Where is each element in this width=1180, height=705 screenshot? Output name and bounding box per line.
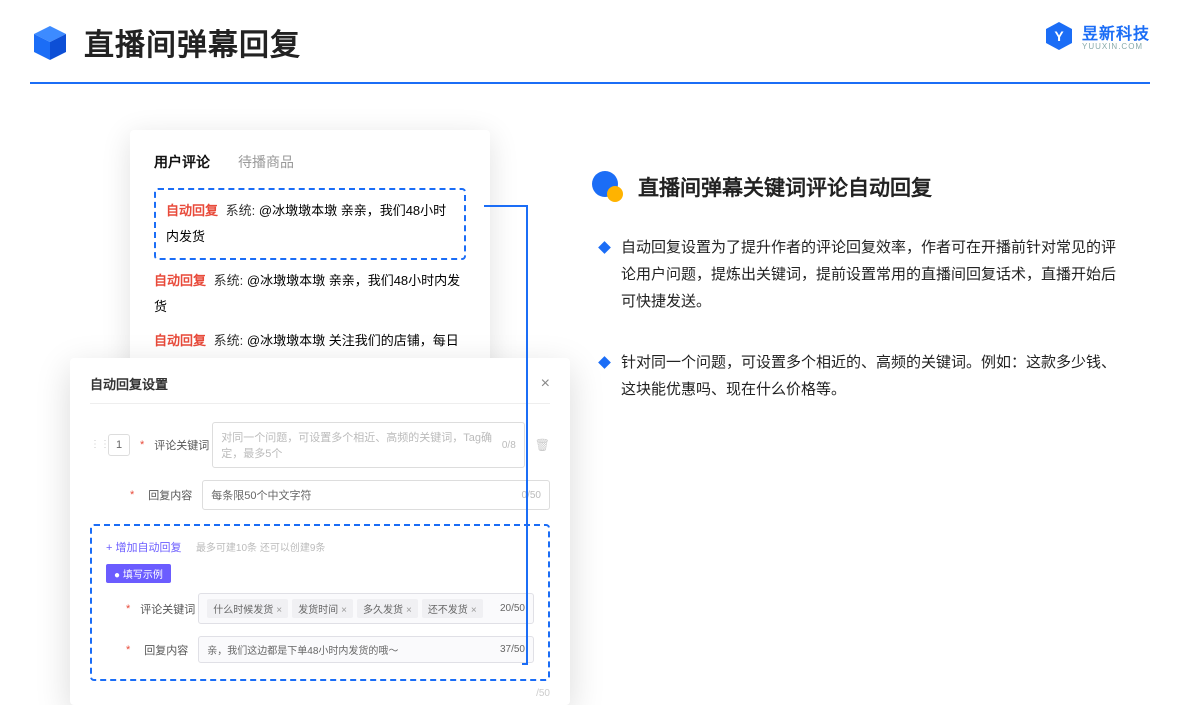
auto-reply-tag: 自动回复 <box>154 333 206 348</box>
tag-chip[interactable]: 发货时间× <box>292 599 353 618</box>
bullet-text: 针对同一个问题，可设置多个相近的、高频的关键词。例如：这款多少钱、这块能优惠吗、… <box>621 349 1130 403</box>
example-content-label: 回复内容 <box>140 642 188 658</box>
content-label: 回复内容 <box>144 487 192 503</box>
tag-remove-icon[interactable]: × <box>276 605 282 616</box>
tag-remove-icon[interactable]: × <box>341 605 347 616</box>
cube-icon <box>30 22 70 62</box>
brand-text: 昱新科技 <box>1082 20 1150 44</box>
example-content-row: * 回复内容 亲，我们这边都是下单48小时内发货的哦～ 37/50 <box>106 636 534 663</box>
content-row: * 回复内容 每条限50个中文字符 0/50 <box>90 480 550 510</box>
bullet-list: 自动回复设置为了提升作者的评论回复效率，作者可在开播前针对常见的评论用户问题，提… <box>590 234 1130 403</box>
section-title: 直播间弹幕关键词评论自动回复 <box>638 172 932 202</box>
auto-reply-tag: 自动回复 <box>154 273 206 288</box>
keyword-counter: 0/8 <box>502 440 516 451</box>
tab-pending-goods[interactable]: 待播商品 <box>238 152 294 172</box>
header-divider <box>30 82 1150 84</box>
trash-icon[interactable]: 🗑 <box>535 438 550 452</box>
tab-user-comments[interactable]: 用户评论 <box>154 152 210 172</box>
example-content-counter: 37/50 <box>500 644 525 655</box>
connector-line <box>522 663 528 665</box>
tag-remove-icon[interactable]: × <box>406 605 412 616</box>
example-content-input[interactable]: 亲，我们这边都是下单48小时内发货的哦～ 37/50 <box>198 636 534 663</box>
add-auto-reply-link[interactable]: + 增加自动回复 <box>106 542 181 554</box>
example-box: + 增加自动回复 最多可建10条 还可以创建9条 ● 填写示例 * 评论关键词 … <box>90 524 550 681</box>
drag-handle-icon[interactable]: ⋮⋮ <box>90 440 98 450</box>
example-keyword-input[interactable]: 什么时候发货× 发货时间× 多久发货× 还不发货× 20/50 <box>198 593 534 624</box>
settings-panel: 自动回复设置 × ⋮⋮ 1 * 评论关键词 对同一个问题，可设置多个相近、高频的… <box>70 358 570 705</box>
settings-title: 自动回复设置 <box>90 374 168 393</box>
close-icon[interactable]: × <box>541 375 550 393</box>
example-badge: ● 填写示例 <box>106 564 171 583</box>
comment-item: 自动回复 系统: @冰墩墩本墩 亲亲，我们48小时内发货 <box>154 268 466 320</box>
example-keyword-label: 评论关键词 <box>140 601 188 617</box>
brand-subtext: YUUXIN.COM <box>1082 42 1150 51</box>
tag-chip[interactable]: 多久发货× <box>357 599 418 618</box>
connector-line <box>484 205 528 207</box>
example-keyword-counter: 20/50 <box>500 603 525 614</box>
keyword-label: 评论关键词 <box>154 437 202 453</box>
page-header: 直播间弹幕回复 Y 昱新科技 YUUXIN.COM <box>30 20 1150 84</box>
system-label: 系统: <box>226 203 256 218</box>
brand-hex-icon: Y <box>1044 21 1074 51</box>
tag-chip[interactable]: 什么时候发货× <box>207 599 288 618</box>
tag-chip[interactable]: 还不发货× <box>422 599 483 618</box>
auto-reply-tag: 自动回复 <box>166 203 218 218</box>
section-title-row: 直播间弹幕关键词评论自动回复 <box>590 170 1130 204</box>
add-hint: 最多可建10条 还可以创建9条 <box>196 543 325 554</box>
required-star: * <box>140 439 144 451</box>
example-keyword-row: * 评论关键词 什么时候发货× 发货时间× 多久发货× 还不发货× 20/50 <box>106 593 534 624</box>
system-label: 系统: <box>214 333 244 348</box>
page-title: 直播间弹幕回复 <box>84 20 301 64</box>
diamond-bullet-icon <box>598 241 611 254</box>
content-placeholder: 每条限50个中文字符 <box>211 487 311 503</box>
connector-line <box>526 205 528 665</box>
right-content: 直播间弹幕关键词评论自动回复 自动回复设置为了提升作者的评论回复效率，作者可在开… <box>590 170 1130 437</box>
tag-list: 什么时候发货× 发货时间× 多久发货× 还不发货× <box>207 599 482 618</box>
required-star: * <box>126 603 130 615</box>
content-input[interactable]: 每条限50个中文字符 0/50 <box>202 480 550 510</box>
bullet-text: 自动回复设置为了提升作者的评论回复效率，作者可在开播前针对常见的评论用户问题，提… <box>621 234 1130 315</box>
keyword-input[interactable]: 对同一个问题，可设置多个相近、高频的关键词，Tag确定，最多5个 0/8 <box>212 422 524 468</box>
example-content-text: 亲，我们这边都是下单48小时内发货的哦～ <box>207 642 398 657</box>
index-box: 1 <box>108 434 130 456</box>
content-counter: 0/50 <box>522 490 541 501</box>
stray-counter: /50 <box>536 688 550 699</box>
required-star: * <box>130 489 134 501</box>
diamond-bullet-icon <box>598 356 611 369</box>
highlighted-comment: 自动回复 系统: @冰墩墩本墩 亲亲，我们48小时内发货 <box>154 188 466 260</box>
required-star: * <box>126 644 130 656</box>
system-label: 系统: <box>214 273 244 288</box>
keyword-placeholder: 对同一个问题，可设置多个相近、高频的关键词，Tag确定，最多5个 <box>221 429 502 461</box>
comments-tabs: 用户评论 待播商品 <box>154 152 466 172</box>
bullet-item: 针对同一个问题，可设置多个相近的、高频的关键词。例如：这款多少钱、这块能优惠吗、… <box>600 349 1130 403</box>
brand-logo: Y 昱新科技 YUUXIN.COM <box>1044 20 1150 51</box>
svg-text:Y: Y <box>1054 28 1064 44</box>
bullet-item: 自动回复设置为了提升作者的评论回复效率，作者可在开播前针对常见的评论用户问题，提… <box>600 234 1130 315</box>
chat-bubble-icon <box>590 170 624 204</box>
keyword-row: ⋮⋮ 1 * 评论关键词 对同一个问题，可设置多个相近、高频的关键词，Tag确定… <box>90 422 550 468</box>
demo-area: 用户评论 待播商品 自动回复 系统: @冰墩墩本墩 亲亲，我们48小时内发货 自… <box>70 130 570 640</box>
tag-remove-icon[interactable]: × <box>471 605 477 616</box>
